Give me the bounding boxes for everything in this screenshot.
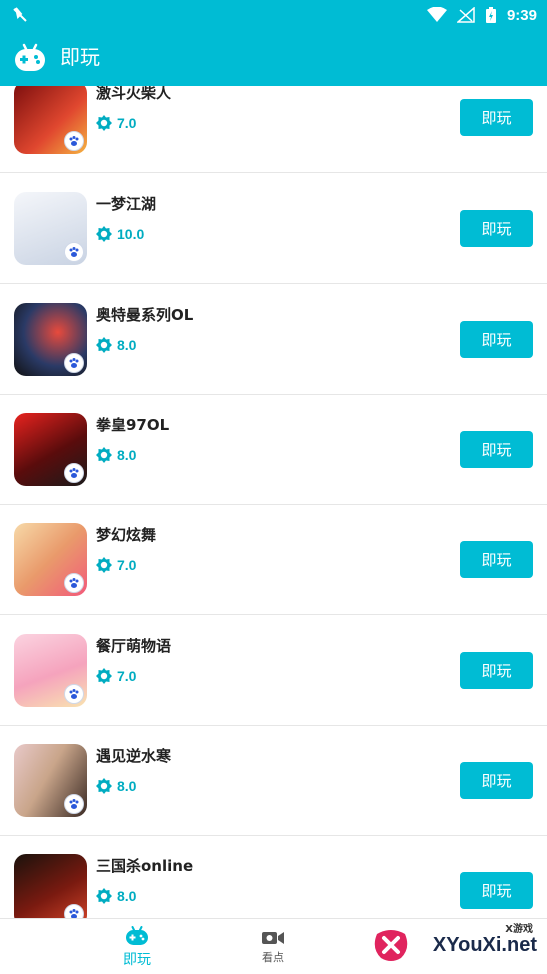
battery-icon: [485, 7, 496, 23]
game-score: 8.0: [117, 778, 137, 794]
gamepad-icon: [126, 925, 148, 945]
status-bar: 9:39: [0, 0, 547, 30]
page-title: 即玩: [60, 45, 100, 69]
game-name: 餐厅萌物语: [96, 637, 172, 655]
game-rating: 7.0: [96, 114, 136, 132]
wifi-icon: [426, 7, 447, 22]
game-rating: 7.0: [96, 667, 136, 685]
game-score: 7.0: [117, 557, 137, 573]
game-rating: 8.0: [96, 887, 136, 905]
game-rating: 7.0: [96, 556, 136, 574]
game-thumbnail[interactable]: [14, 634, 87, 707]
rating-badge-icon: [96, 337, 112, 353]
game-name: 三国杀online: [96, 857, 194, 875]
baidu-paw-icon: [64, 242, 84, 262]
baidu-paw-icon: [64, 794, 84, 814]
notification-icon: [13, 7, 27, 22]
baidu-paw-icon: [64, 463, 84, 483]
game-score: 8.0: [117, 447, 137, 463]
rating-badge-icon: [96, 778, 112, 794]
play-button[interactable]: 即玩: [460, 872, 533, 909]
game-thumbnail[interactable]: [14, 192, 87, 265]
tab-label: 看点: [262, 950, 284, 964]
game-list[interactable]: 激斗火柴人 7.0 即玩 一梦江湖 10.0 即玩 奥特曼系列OL 8.0 即玩…: [0, 86, 547, 918]
rating-badge-icon: [96, 226, 112, 242]
watermark-text: XYouXi.net: [432, 934, 537, 956]
signal-icon: [456, 7, 475, 23]
list-item[interactable]: 激斗火柴人 7.0 即玩: [0, 86, 547, 173]
app-bar: 即玩: [0, 30, 547, 86]
game-thumbnail[interactable]: [14, 303, 87, 376]
play-button[interactable]: 即玩: [460, 321, 533, 358]
play-button[interactable]: 即玩: [460, 541, 533, 578]
baidu-paw-icon: [64, 131, 84, 151]
list-item[interactable]: 一梦江湖 10.0 即玩: [0, 174, 547, 284]
clock: 9:39: [506, 6, 537, 24]
list-item[interactable]: 遇见逆水寒 8.0 即玩: [0, 726, 547, 836]
tab-watch[interactable]: 看点: [233, 919, 313, 974]
video-camera-icon: [262, 931, 284, 944]
baidu-paw-icon: [64, 684, 84, 704]
play-button[interactable]: 即玩: [460, 431, 533, 468]
watermark: X游戏 XYouXi.net: [371, 920, 541, 970]
play-button[interactable]: 即玩: [460, 652, 533, 689]
play-button[interactable]: 即玩: [460, 210, 533, 247]
play-button[interactable]: 即玩: [460, 99, 533, 136]
baidu-paw-icon: [64, 353, 84, 373]
baidu-paw-icon: [64, 904, 84, 918]
game-name: 一梦江湖: [96, 195, 157, 213]
game-score: 7.0: [117, 668, 137, 684]
rating-badge-icon: [96, 557, 112, 573]
rating-badge-icon: [96, 888, 112, 904]
list-item[interactable]: 奥特曼系列OL 8.0 即玩: [0, 285, 547, 395]
watermark-logo-icon: [374, 930, 408, 961]
game-thumbnail[interactable]: [14, 86, 87, 154]
game-name: 激斗火柴人: [96, 86, 172, 102]
game-score: 7.0: [117, 115, 137, 131]
tab-label: 即玩: [123, 951, 151, 968]
watermark-small-text: X游戏: [505, 924, 533, 935]
game-score: 10.0: [117, 226, 145, 242]
list-item[interactable]: 餐厅萌物语 7.0 即玩: [0, 616, 547, 726]
game-name: 遇见逆水寒: [96, 747, 172, 765]
game-score: 8.0: [117, 888, 137, 904]
game-thumbnail[interactable]: [14, 854, 87, 918]
game-thumbnail[interactable]: [14, 523, 87, 596]
tab-play[interactable]: 即玩: [97, 919, 177, 974]
play-button[interactable]: 即玩: [460, 762, 533, 799]
gamepad-logo-icon: [15, 43, 45, 71]
game-rating: 8.0: [96, 777, 136, 795]
game-name: 奥特曼系列OL: [96, 306, 194, 324]
game-score: 8.0: [117, 337, 137, 353]
rating-badge-icon: [96, 447, 112, 463]
rating-badge-icon: [96, 668, 112, 684]
rating-badge-icon: [96, 115, 112, 131]
game-thumbnail[interactable]: [14, 744, 87, 817]
game-thumbnail[interactable]: [14, 413, 87, 486]
list-item[interactable]: 拳皇97OL 8.0 即玩: [0, 395, 547, 505]
game-rating: 10.0: [96, 225, 144, 243]
game-rating: 8.0: [96, 446, 136, 464]
game-name: 梦幻炫舞: [96, 526, 157, 544]
baidu-paw-icon: [64, 573, 84, 593]
list-item[interactable]: 三国杀online 8.0 即玩: [0, 836, 547, 918]
game-rating: 8.0: [96, 336, 136, 354]
list-item[interactable]: 梦幻炫舞 7.0 即玩: [0, 505, 547, 615]
game-name: 拳皇97OL: [96, 416, 170, 434]
